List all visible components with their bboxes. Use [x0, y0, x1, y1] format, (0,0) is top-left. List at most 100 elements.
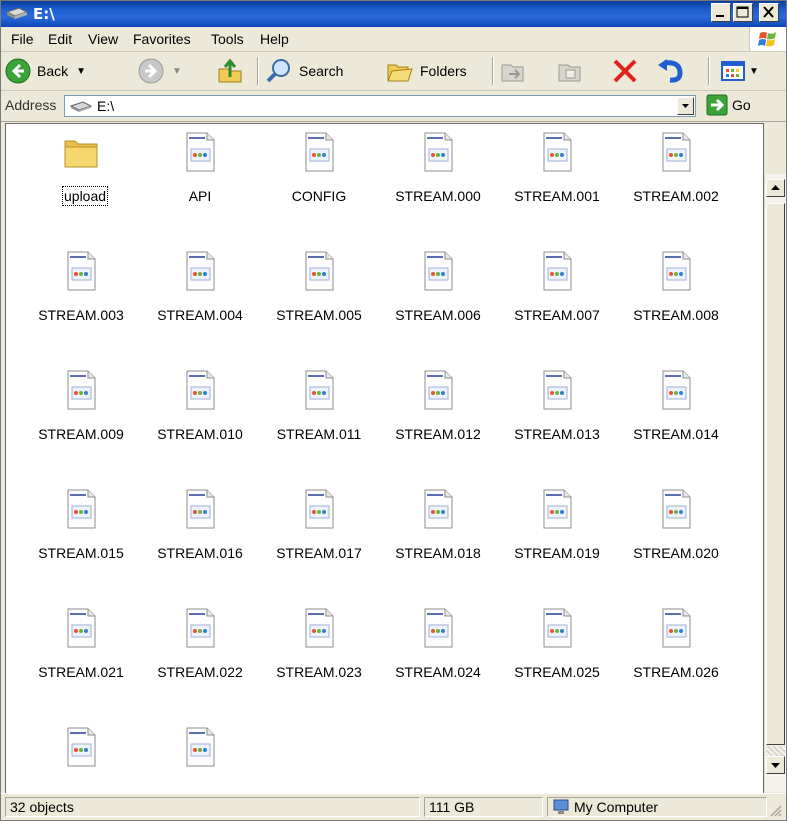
file-item[interactable]: STREAM.009	[22, 362, 140, 474]
file-item[interactable]: STREAM.016	[141, 481, 259, 593]
file-item[interactable]: STREAM.023	[260, 600, 378, 712]
item-label: STREAM.000	[395, 188, 481, 204]
scroll-down-button[interactable]	[766, 756, 785, 774]
item-label: STREAM.017	[276, 545, 362, 561]
minimize-button[interactable]	[711, 3, 731, 22]
menu-favorites[interactable]: Favorites	[133, 31, 191, 47]
search-button[interactable]: Search	[265, 56, 343, 86]
back-button[interactable]: Back ▼	[5, 56, 86, 86]
address-label: Address	[5, 97, 57, 113]
file-item[interactable]: STREAM.014	[617, 362, 735, 474]
address-input[interactable]: E:\	[64, 95, 696, 117]
generic-file-icon	[186, 489, 215, 529]
folders-button[interactable]: Folders	[386, 56, 467, 86]
item-label: STREAM.005	[276, 307, 362, 323]
item-label: STREAM.012	[395, 426, 481, 442]
title-bar[interactable]: E:\	[1, 1, 786, 27]
folder-icon	[64, 140, 98, 168]
item-label: STREAM.006	[395, 307, 481, 323]
status-location-label: My Computer	[574, 799, 659, 815]
file-item[interactable]: STREAM.012	[379, 362, 497, 474]
folders-icon	[387, 64, 413, 82]
file-item[interactable]: STREAM.006	[379, 243, 497, 355]
file-item[interactable]	[141, 719, 259, 793]
item-label: STREAM.022	[157, 664, 243, 680]
item-label: STREAM.010	[157, 426, 243, 442]
file-item[interactable]: STREAM.002	[617, 124, 735, 236]
file-item[interactable]: STREAM.011	[260, 362, 378, 474]
generic-file-icon	[186, 370, 215, 410]
toolbar-separator	[257, 57, 259, 85]
minimize-icon	[716, 15, 724, 17]
item-label: STREAM.014	[633, 426, 719, 442]
item-label: STREAM.002	[633, 188, 719, 204]
status-bar: 32 objects 111 GB My Computer	[1, 793, 786, 820]
back-dropdown-icon[interactable]: ▼	[76, 66, 86, 77]
file-item[interactable]: STREAM.013	[498, 362, 616, 474]
drive-icon	[69, 101, 93, 112]
resize-grip-icon[interactable]	[769, 804, 783, 818]
close-button[interactable]	[759, 3, 779, 22]
file-item[interactable]: STREAM.025	[498, 600, 616, 712]
file-item[interactable]: STREAM.000	[379, 124, 497, 236]
file-item[interactable]: STREAM.003	[22, 243, 140, 355]
file-item[interactable]: STREAM.021	[22, 600, 140, 712]
copy-to-button[interactable]	[556, 56, 584, 86]
folder-item[interactable]: upload	[22, 124, 140, 236]
maximize-button[interactable]	[733, 3, 753, 22]
views-button[interactable]: ▼	[719, 56, 759, 86]
file-item[interactable]	[22, 719, 140, 793]
generic-file-icon	[67, 608, 96, 648]
my-computer-icon	[553, 799, 569, 814]
scroll-thumb[interactable]	[766, 203, 785, 745]
standard-toolbar: Back ▼ ▼ Search Folders ▼	[1, 52, 786, 91]
scroll-down-icon	[771, 763, 780, 768]
up-folder-icon	[218, 58, 242, 83]
forward-button[interactable]: ▼	[138, 56, 182, 86]
chevron-down-icon	[682, 104, 689, 108]
generic-file-icon	[662, 132, 691, 172]
go-button[interactable]: Go	[706, 94, 751, 116]
delete-button[interactable]	[611, 56, 639, 86]
menu-edit[interactable]: Edit	[48, 31, 72, 47]
file-item[interactable]: STREAM.020	[617, 481, 735, 593]
vertical-scrollbar[interactable]	[764, 174, 786, 792]
undo-button[interactable]	[656, 56, 686, 86]
file-item[interactable]: STREAM.015	[22, 481, 140, 593]
item-label: STREAM.004	[157, 307, 243, 323]
search-icon	[266, 59, 290, 83]
menu-file[interactable]: File	[11, 31, 34, 47]
address-dropdown-button[interactable]	[677, 97, 694, 115]
file-item[interactable]: STREAM.001	[498, 124, 616, 236]
forward-dropdown-icon[interactable]: ▼	[172, 66, 182, 77]
generic-file-icon	[305, 251, 334, 291]
scroll-up-button[interactable]	[766, 179, 785, 197]
file-item[interactable]: STREAM.005	[260, 243, 378, 355]
file-item[interactable]: STREAM.022	[141, 600, 259, 712]
file-item[interactable]: STREAM.017	[260, 481, 378, 593]
copy-to-icon	[558, 64, 581, 82]
menu-tools[interactable]: Tools	[211, 31, 244, 47]
file-item[interactable]: CONFIG	[260, 124, 378, 236]
file-item[interactable]: STREAM.007	[498, 243, 616, 355]
file-item[interactable]: STREAM.019	[498, 481, 616, 593]
file-item[interactable]: API	[141, 124, 259, 236]
file-list-view[interactable]: upload API CONFIG STREAM.000 STREAM.001 STREA…	[5, 123, 764, 794]
delete-icon	[613, 59, 637, 83]
file-item[interactable]: STREAM.010	[141, 362, 259, 474]
menu-view[interactable]: View	[88, 31, 118, 47]
file-item[interactable]: STREAM.004	[141, 243, 259, 355]
up-folder-button[interactable]	[216, 56, 244, 86]
window-title: E:\	[33, 5, 55, 23]
file-item[interactable]: STREAM.024	[379, 600, 497, 712]
status-location: My Computer	[547, 797, 767, 817]
menu-help[interactable]: Help	[260, 31, 289, 47]
generic-file-icon	[662, 608, 691, 648]
views-dropdown-icon[interactable]: ▼	[749, 66, 759, 77]
move-to-button[interactable]	[499, 56, 527, 86]
file-item[interactable]: STREAM.018	[379, 481, 497, 593]
generic-file-icon	[424, 251, 453, 291]
file-item[interactable]: STREAM.026	[617, 600, 735, 712]
address-bar: Address E:\ Go	[1, 91, 786, 122]
file-item[interactable]: STREAM.008	[617, 243, 735, 355]
